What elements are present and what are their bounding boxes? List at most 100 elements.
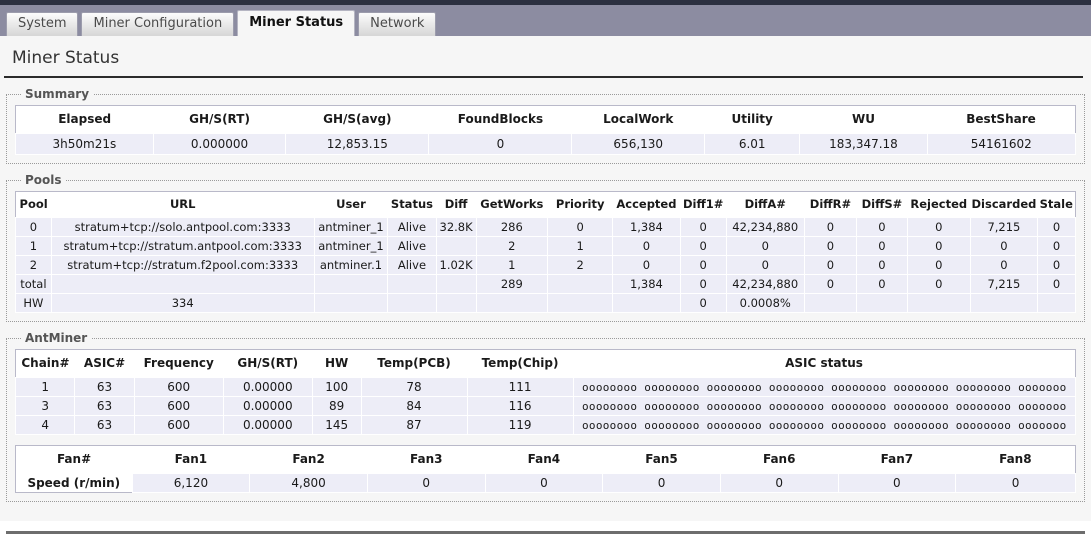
pools-cell <box>856 293 908 313</box>
antminer-header-cell: Temp(PCB) <box>361 349 468 378</box>
antminer-header-row: Chain# ASIC# Frequency GH/S(RT) HW Temp(PCB) T… <box>15 349 1076 378</box>
pools-cell: 0 <box>679 255 727 275</box>
pools-cell: 0 <box>906 274 971 294</box>
fan-header-cell: Fan6 <box>720 445 839 474</box>
pools-cell: 0 <box>1037 255 1076 275</box>
pools-cell: 1,384 <box>612 274 681 294</box>
pools-cell <box>547 274 614 294</box>
pools-cell: 0 <box>856 255 908 275</box>
pools-cell <box>612 293 681 313</box>
summary-header-cell: GH/S(RT) <box>153 105 286 134</box>
summary-data-row: 3h50m21s 0.000000 12,853.15 0 656,130 6.01 183… <box>15 133 1077 155</box>
pools-cell: 0 <box>612 236 681 256</box>
pools-cell: 0 <box>15 217 52 237</box>
antminer-cell: 111 <box>466 377 574 397</box>
summary-section: Summary Elapsed GH/S(RT) GH/S(avg) FoundBlo… <box>6 87 1085 164</box>
pools-header-cell: Priority <box>547 191 613 218</box>
pools-cell: Alive <box>387 236 437 256</box>
pools-cell: 1 <box>15 236 52 256</box>
tab-strip: System Miner Configuration Miner Status Net… <box>6 10 437 36</box>
pools-cell: 1 <box>475 255 549 275</box>
tab-system[interactable]: System <box>6 12 79 36</box>
tab-miner-status[interactable]: Miner Status <box>237 10 356 36</box>
summary-header-cell: GH/S(avg) <box>285 105 429 134</box>
antminer-cell: 116 <box>466 396 574 416</box>
pools-cell: 1,384 <box>612 217 681 237</box>
antminer-body: 1 63 600 0.00000 100 78 111 oooooooo oooooooo o… <box>14 377 1077 435</box>
antminer-cell: 600 <box>133 415 224 435</box>
summary-cell: 12,853.15 <box>285 133 430 155</box>
pools-cell: 2 <box>475 236 549 256</box>
pools-cell: 2 <box>547 255 614 275</box>
antminer-header-cell: GH/S(RT) <box>223 349 313 378</box>
pools-cell: 0 <box>725 236 805 256</box>
fan-header-cell: Fan7 <box>838 445 956 474</box>
antminer-cell: 3 <box>14 396 76 416</box>
fan-speed-cell: 0 <box>602 473 721 493</box>
fan-header-cell: Fan8 <box>955 445 1076 474</box>
antminer-cell: 63 <box>74 396 135 416</box>
pools-cell: antminer_1 <box>313 217 389 237</box>
tab-bar: System Miner Configuration Miner Status Net… <box>0 0 1091 36</box>
pools-header-cell: URL <box>51 191 315 218</box>
antminer-header-cell: Frequency <box>134 349 224 378</box>
pools-cell <box>547 293 614 313</box>
pools-header-cell: DiffR# <box>804 191 857 218</box>
antminer-table: Chain# ASIC# Frequency GH/S(RT) HW Temp(PCB) T… <box>14 349 1077 435</box>
tab-miner-configuration[interactable]: Miner Configuration <box>81 12 235 36</box>
pools-header-cell: Status <box>387 191 437 218</box>
pools-cell: Alive <box>387 217 437 237</box>
pools-header-cell: Pool <box>15 191 52 218</box>
summary-header-cell: WU <box>799 105 928 134</box>
pools-cell: 289 <box>475 274 549 294</box>
pools-cell: 0 <box>679 293 727 313</box>
summary-cell: 0.000000 <box>152 133 287 155</box>
pools-cell <box>435 293 477 313</box>
pools-cell: stratum+tcp://stratum.antpool.com:3333 <box>50 236 315 256</box>
pools-cell <box>475 293 549 313</box>
page-title: Miner Status <box>4 36 1083 78</box>
pools-cell: 7,215 <box>969 274 1039 294</box>
pools-cell: 0 <box>679 236 727 256</box>
summary-header-cell: LocalWork <box>571 105 705 134</box>
pools-cell: 0 <box>803 236 858 256</box>
pools-cell: 1.02K <box>435 255 477 275</box>
pools-cell: 0 <box>547 217 614 237</box>
summary-cell: 54161602 <box>926 133 1077 155</box>
summary-header-cell: Utility <box>704 105 800 134</box>
pools-cell: 0 <box>856 236 908 256</box>
tab-network[interactable]: Network <box>358 12 437 36</box>
pools-cell <box>1037 293 1076 313</box>
pools-header-row: Pool URL User Status Diff GetWorks Priority Acc… <box>15 191 1076 218</box>
antminer-legend: AntMiner <box>25 331 88 345</box>
fan-data-row: Speed (r/min) 6,120 4,800 0 0 0 0 0 0 <box>15 473 1076 493</box>
antminer-cell: 84 <box>360 396 468 416</box>
pools-legend: Pools <box>25 173 62 187</box>
pools-table-row: 0 stratum+tcp://solo.antpool.com:3333 antm… <box>15 217 1076 237</box>
pools-table: Pool URL User Status Diff GetWorks Priority Acc… <box>15 191 1076 313</box>
pools-cell <box>435 236 477 256</box>
antminer-cell: 100 <box>311 377 362 397</box>
antminer-cell: 87 <box>360 415 468 435</box>
antminer-table-row: 3 63 600 0.00000 89 84 116 oooooooo oooooooo oo… <box>14 396 1077 416</box>
summary-header-cell: Elapsed <box>15 105 154 134</box>
pools-cell: stratum+tcp://stratum.f2pool.com:3333 <box>50 255 315 275</box>
pools-header-cell: User <box>314 191 388 218</box>
fan-speed-cell: 0 <box>484 473 604 493</box>
pools-cell: Alive <box>387 255 437 275</box>
summary-legend: Summary <box>25 87 90 101</box>
pools-cell <box>435 274 477 294</box>
pools-cell: 0 <box>906 236 971 256</box>
pools-cell: 32.8K <box>435 217 477 237</box>
pools-header-cell: DiffS# <box>856 191 908 218</box>
pools-cell: 0 <box>1037 217 1076 237</box>
antminer-header-cell: Temp(Chip) <box>467 349 574 378</box>
pools-cell: 0 <box>906 217 971 237</box>
pools-cell: 0 <box>679 274 727 294</box>
summary-header-cell: BestShare <box>927 105 1076 134</box>
fan-speed-cell: 0 <box>366 473 486 493</box>
antminer-cell: 63 <box>74 377 135 397</box>
pools-cell: 0 <box>803 274 858 294</box>
antminer-cell: 0.00000 <box>222 415 313 435</box>
antminer-cell: 600 <box>133 377 224 397</box>
